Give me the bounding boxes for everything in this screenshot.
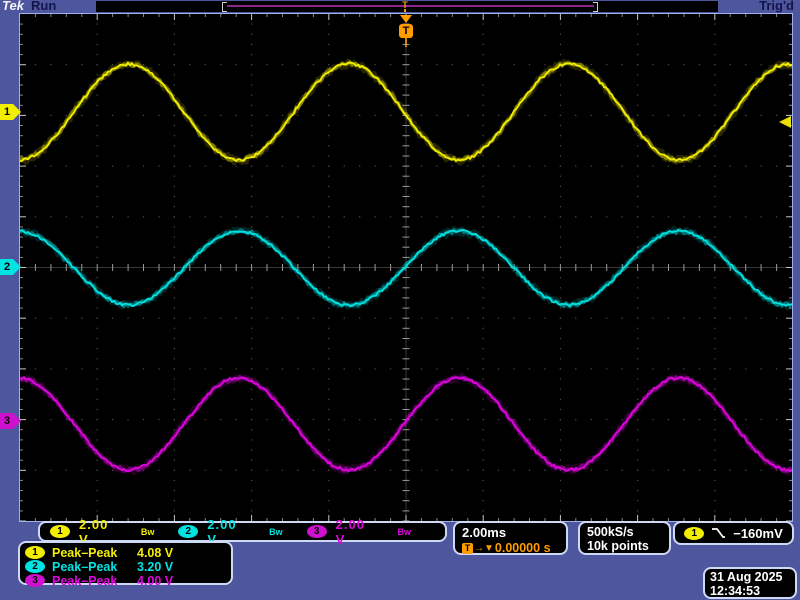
- measurement-value: 4.08 V: [137, 545, 174, 560]
- measurement-readout[interactable]: 1 Peak–Peak 4.08 V 2 Peak–Peak 3.20 V 3 …: [18, 541, 233, 588]
- time-label: 12:34:53: [710, 584, 761, 598]
- acquisition-status: Run: [31, 0, 57, 13]
- channel-1-badge: 1: [50, 525, 70, 538]
- channel-scale-readout[interactable]: 1 2.00 V Bᴡ 2 2.00 V Bᴡ 3 2.00 V Bᴡ: [38, 517, 447, 547]
- window-bracket-left-icon: [222, 2, 227, 12]
- position-arrows-icon: →▼: [474, 542, 494, 554]
- record-length: 10k points: [587, 539, 649, 553]
- channel-1-position-marker[interactable]: 1: [0, 104, 21, 120]
- bandwidth-limit-icon: Bᴡ: [140, 526, 155, 537]
- measurement-value: 3.20 V: [137, 559, 174, 574]
- channel-3-badge: 3: [25, 574, 45, 587]
- channel-2-badge: 2: [25, 560, 45, 573]
- window-bracket-right-icon: [593, 2, 598, 12]
- measurement-row: 1 Peak–Peak 4.08 V: [25, 545, 231, 560]
- tek-logo: Tek: [2, 0, 24, 13]
- waveform-display: T: [19, 13, 793, 522]
- horizontal-position-row: T →▼ 0.00000 s: [462, 541, 566, 555]
- horizontal-readout[interactable]: 2.00ms T →▼ 0.00000 s: [453, 521, 568, 555]
- top-status-bar: Tek Run T Trig'd: [0, 0, 800, 13]
- trigger-level-arrow-icon[interactable]: [779, 116, 791, 128]
- channel-3-position-marker[interactable]: 3: [0, 413, 21, 429]
- graticule-and-traces: [20, 14, 792, 521]
- channel-3-badge: 3: [306, 525, 327, 538]
- horizontal-scale: 2.00ms: [462, 525, 507, 540]
- measurement-value: 4.00 V: [137, 573, 174, 588]
- measurement-name: Peak–Peak: [52, 545, 118, 560]
- falling-edge-icon: [712, 528, 726, 538]
- date-label: 31 Aug 2025: [710, 570, 783, 584]
- trigger-position-flag[interactable]: T: [399, 24, 413, 47]
- channel-2-badge: 2: [178, 525, 199, 538]
- horizontal-position: 0.00000 s: [494, 541, 551, 555]
- trigger-readout[interactable]: 1 −160mV: [673, 521, 794, 545]
- datetime-box: 31 Aug 2025 12:34:53: [703, 567, 797, 599]
- acquisition-readout[interactable]: 500kS/s 10k points: [578, 521, 671, 555]
- channel-2-position-marker[interactable]: 2: [0, 259, 21, 275]
- bandwidth-limit-icon: Bᴡ: [269, 526, 283, 537]
- trigger-source-badge: 1: [684, 526, 705, 540]
- record-view-bar[interactable]: T: [96, 1, 718, 12]
- measurement-row: 3 Peak–Peak 4.00 V: [25, 573, 231, 588]
- trigger-position-arrow-icon[interactable]: [400, 15, 412, 23]
- trigger-level: −160mV: [733, 525, 783, 541]
- measurement-name: Peak–Peak: [52, 573, 118, 588]
- channel-1-badge: 1: [25, 546, 45, 559]
- measurement-name: Peak–Peak: [52, 559, 118, 574]
- record-trigger-marker-icon: T: [399, 1, 411, 12]
- trigger-status: Trig'd: [759, 0, 794, 13]
- trigger-t-icon: T: [462, 542, 473, 554]
- measurement-row: 2 Peak–Peak 3.20 V: [25, 559, 231, 574]
- channel-3-readout[interactable]: 3 2.00 V Bᴡ: [306, 516, 411, 547]
- sample-rate: 500kS/s: [587, 525, 634, 539]
- channel-3-scale: 2.00 V: [335, 516, 365, 547]
- bandwidth-limit-icon: Bᴡ: [397, 526, 411, 537]
